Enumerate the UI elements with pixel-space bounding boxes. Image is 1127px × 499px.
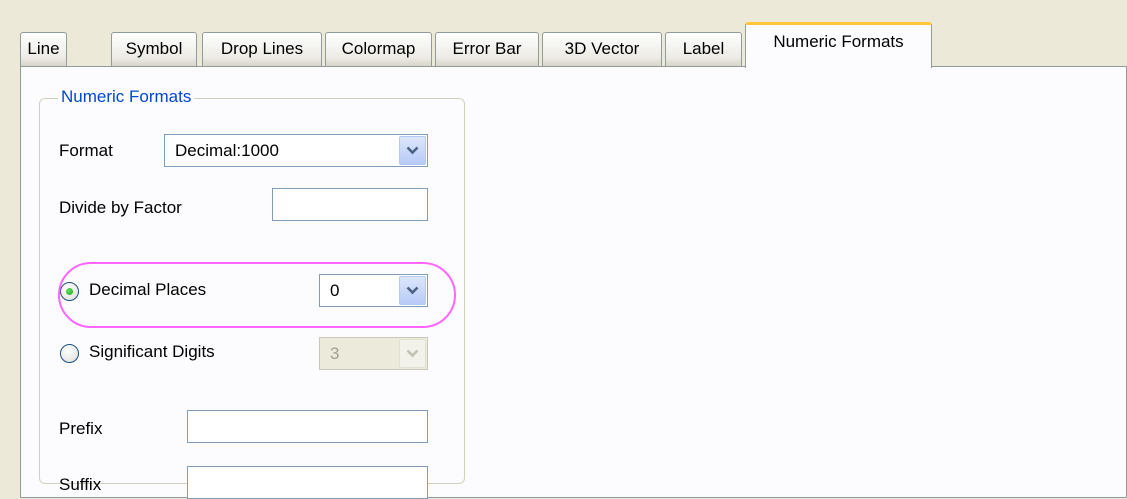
chevron-down-icon[interactable] xyxy=(399,276,426,305)
tab-label-text: Label xyxy=(682,39,725,58)
divide-by-factor-label: Divide by Factor xyxy=(59,198,182,217)
tab-colormap[interactable]: Colormap xyxy=(325,32,432,66)
significant-digits-dropdown[interactable]: 3 xyxy=(319,337,428,370)
group-title: Numeric Formats xyxy=(58,87,195,107)
radio-selected-dot xyxy=(66,288,73,295)
tab-drop-lines[interactable]: Drop Lines xyxy=(202,32,322,66)
decimal-places-radio[interactable] xyxy=(60,282,79,301)
tab-label: Error Bar xyxy=(452,39,522,58)
tab-label: Numeric Formats xyxy=(773,32,904,51)
tab-3d-vector[interactable]: 3D Vector xyxy=(542,32,662,66)
tab-label: Line xyxy=(27,39,60,58)
prefix-label: Prefix xyxy=(59,419,103,438)
decimal-places-label: Decimal Places xyxy=(89,280,207,299)
divide-by-factor-input[interactable] xyxy=(272,188,428,221)
format-value: Decimal:1000 xyxy=(175,141,279,160)
significant-digits-radio[interactable] xyxy=(60,344,79,363)
tab-label: Colormap xyxy=(341,39,416,58)
tab-label: Drop Lines xyxy=(220,39,304,58)
tab-strip: Line Symbol Drop Lines Colormap Error Ba… xyxy=(20,22,1127,68)
chevron-down-icon[interactable] xyxy=(399,339,426,368)
suffix-input[interactable] xyxy=(187,466,428,499)
tab-numeric-formats[interactable]: Numeric Formats xyxy=(745,22,932,68)
tab-line[interactable]: Line xyxy=(20,32,67,66)
prefix-input[interactable] xyxy=(187,410,428,443)
tab-label: 3D Vector xyxy=(564,39,640,58)
significant-digits-value: 3 xyxy=(330,344,340,363)
format-label: Format xyxy=(59,141,113,160)
format-dropdown[interactable]: Decimal:1000 xyxy=(164,134,428,167)
suffix-label: Suffix xyxy=(59,475,102,494)
numeric-formats-group: Numeric Formats Format Decimal:1000 Divi… xyxy=(39,87,465,499)
decimal-places-value: 0 xyxy=(330,281,340,300)
tab-panel: Numeric Formats Format Decimal:1000 Divi… xyxy=(20,66,1127,499)
decimal-places-dropdown[interactable]: 0 xyxy=(319,274,428,307)
tab-label[interactable]: Label xyxy=(665,32,742,66)
chevron-down-icon[interactable] xyxy=(399,136,426,165)
tab-symbol[interactable]: Symbol xyxy=(111,32,197,66)
tab-error-bar[interactable]: Error Bar xyxy=(435,32,539,66)
significant-digits-label: Significant Digits xyxy=(89,342,215,361)
tab-label: Symbol xyxy=(125,39,183,58)
